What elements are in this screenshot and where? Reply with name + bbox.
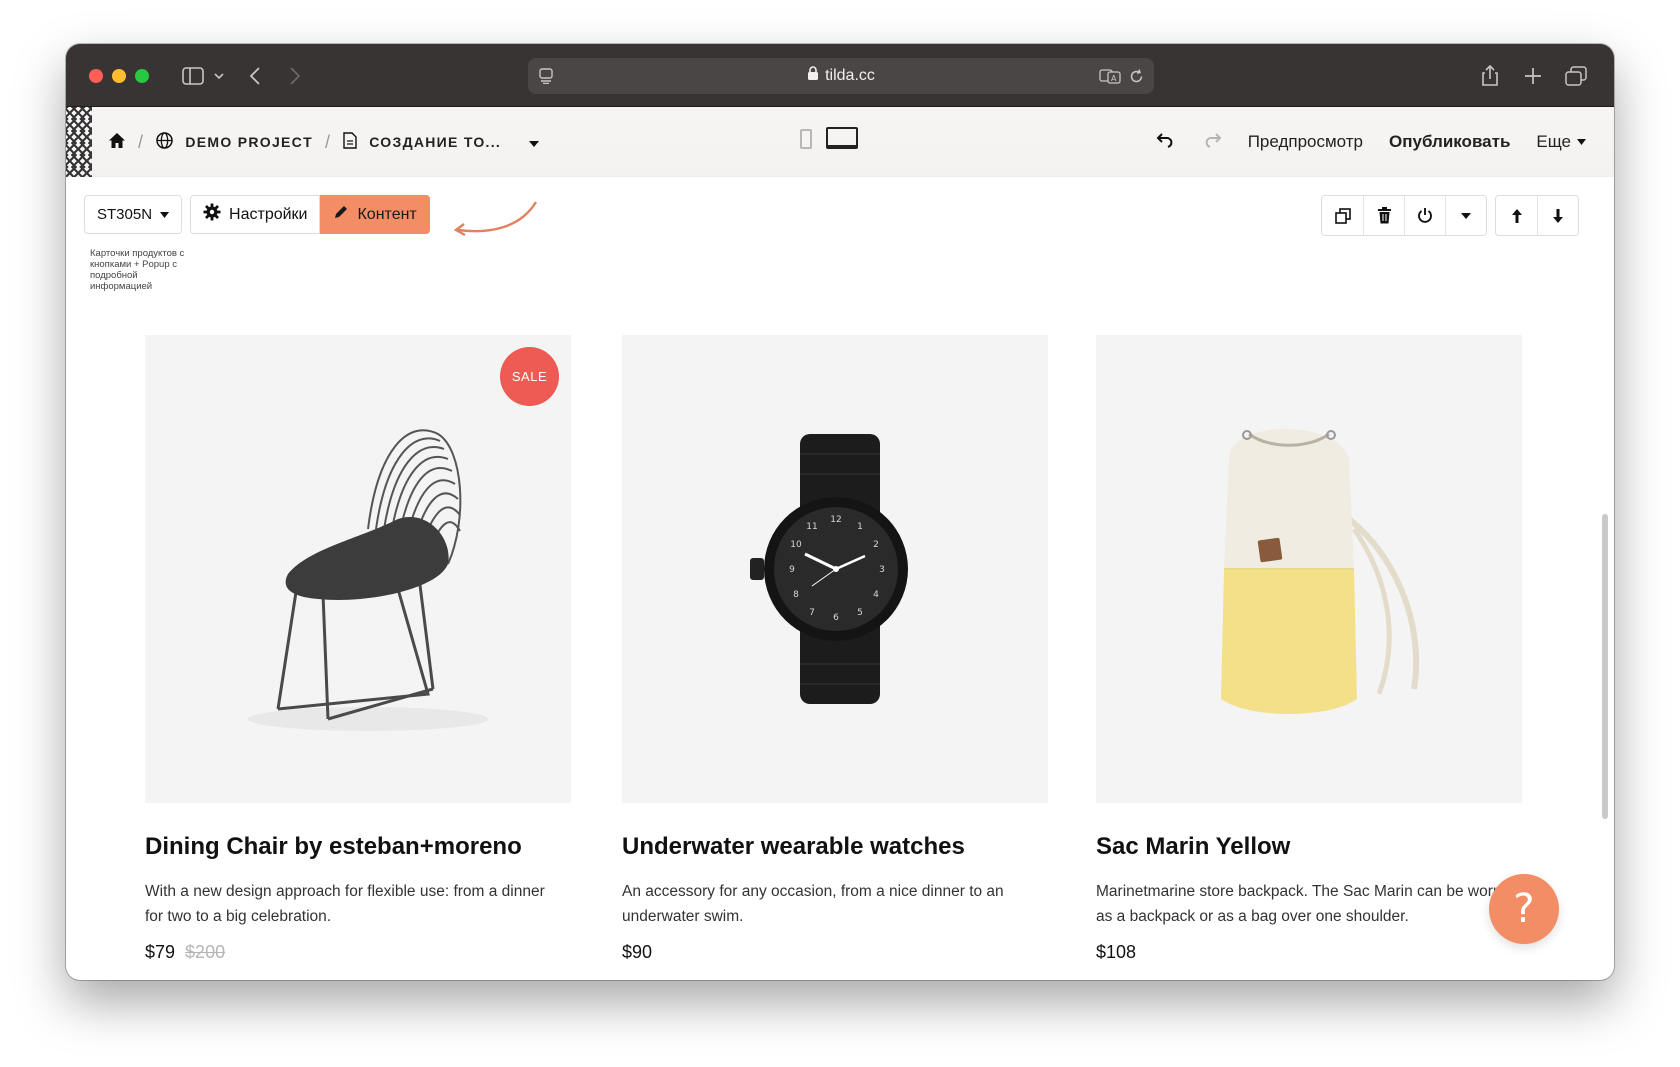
gear-icon bbox=[203, 203, 221, 226]
block-content-button[interactable]: Контент bbox=[320, 195, 430, 234]
product-price: $90 bbox=[622, 942, 653, 962]
trash-icon[interactable] bbox=[1363, 196, 1404, 235]
svg-text:5: 5 bbox=[857, 608, 863, 618]
mobile-view-icon[interactable] bbox=[800, 129, 812, 149]
block-settings-button[interactable]: Настройки bbox=[190, 195, 321, 234]
sale-badge: SALE bbox=[500, 347, 559, 406]
product-price: $108 bbox=[1096, 942, 1137, 962]
product-title[interactable]: Underwater wearable watches bbox=[622, 833, 1048, 861]
svg-text:6: 6 bbox=[833, 613, 839, 623]
block-action-group bbox=[1321, 195, 1487, 236]
chevron-down-icon bbox=[1577, 139, 1586, 145]
block-description: Карточки продуктов с кнопками + Popup с … bbox=[90, 248, 185, 292]
page-menu-icon[interactable] bbox=[536, 62, 556, 90]
publish-button[interactable]: Опубликовать bbox=[1389, 132, 1510, 152]
svg-text:1: 1 bbox=[857, 522, 863, 532]
lock-icon bbox=[807, 66, 819, 86]
product-card[interactable]: 12 3 6 9 12 45 7 8 10 11 Underwater wearable wa… bbox=[622, 335, 1048, 963]
page-dropdown-caret-icon[interactable] bbox=[529, 134, 540, 150]
product-price: $79 bbox=[145, 942, 176, 962]
browser-window: tilda.cc A / DEMO PROJECT / СОЗДАНИЕ ТО.… bbox=[66, 44, 1614, 980]
svg-text:A: A bbox=[1111, 74, 1117, 83]
breadcrumb-separator: / bbox=[324, 131, 332, 152]
move-up-arrow-icon[interactable] bbox=[1496, 196, 1537, 235]
editor-actions: Предпросмотр Опубликовать Еще bbox=[1156, 107, 1586, 177]
url-text: tilda.cc bbox=[825, 67, 875, 84]
block-settings-label: Настройки bbox=[229, 205, 308, 223]
editor-header: / DEMO PROJECT / СОЗДАНИЕ ТО... Предпрос… bbox=[66, 107, 1614, 177]
product-price-row: $79 $200 bbox=[145, 942, 571, 963]
hint-arrow-icon bbox=[453, 201, 538, 237]
product-price-row: $90 bbox=[622, 942, 1048, 963]
product-description: An accessory for any occasion, from a ni… bbox=[622, 883, 1004, 925]
svg-text:11: 11 bbox=[806, 522, 817, 532]
browser-toolbar: tilda.cc A bbox=[66, 44, 1614, 107]
watch-image: 12 3 6 9 12 45 78 10 11 bbox=[750, 434, 908, 704]
svg-text:9: 9 bbox=[789, 565, 795, 575]
product-description: Marinetmarine store backpack. The Sac Ma… bbox=[1096, 883, 1502, 925]
duplicate-block-icon[interactable] bbox=[1322, 196, 1363, 235]
svg-text:4: 4 bbox=[873, 590, 879, 600]
address-bar[interactable]: tilda.cc A bbox=[528, 58, 1154, 94]
svg-text:10: 10 bbox=[790, 540, 802, 550]
close-window-button[interactable] bbox=[89, 69, 103, 83]
chevron-down-icon[interactable] bbox=[212, 62, 226, 90]
sidebar-toggle-icon[interactable] bbox=[180, 62, 206, 90]
zoom-window-button[interactable] bbox=[135, 69, 149, 83]
new-tab-icon[interactable] bbox=[1522, 62, 1544, 90]
forward-arrow-icon[interactable] bbox=[284, 62, 306, 90]
product-card[interactable]: SALE Dining Chair by esteban+moreno With… bbox=[145, 335, 571, 963]
scrollbar[interactable] bbox=[1602, 514, 1608, 819]
more-menu[interactable]: Еще bbox=[1536, 132, 1586, 152]
product-image-watch[interactable]: 12 3 6 9 12 45 7 8 10 11 bbox=[622, 335, 1048, 803]
share-icon[interactable] bbox=[1479, 62, 1501, 90]
backpack-image bbox=[1221, 429, 1420, 714]
home-icon[interactable] bbox=[108, 132, 126, 152]
help-button[interactable]: ? bbox=[1489, 874, 1559, 944]
desktop-view-icon[interactable] bbox=[826, 127, 858, 149]
product-title[interactable]: Dining Chair by esteban+moreno bbox=[145, 833, 571, 861]
svg-text:3: 3 bbox=[879, 565, 885, 575]
svg-text:12: 12 bbox=[830, 515, 841, 525]
product-title[interactable]: Sac Marin Yellow bbox=[1096, 833, 1522, 861]
move-down-arrow-icon[interactable] bbox=[1537, 196, 1578, 235]
device-switch bbox=[800, 127, 858, 149]
breadcrumb-page[interactable]: СОЗДАНИЕ ТО... bbox=[369, 134, 501, 150]
back-arrow-icon[interactable] bbox=[244, 62, 266, 90]
power-icon[interactable] bbox=[1404, 196, 1445, 235]
block-id-label: ST305N bbox=[97, 206, 153, 223]
product-image-chair[interactable]: SALE bbox=[145, 335, 571, 803]
block-content-label: Контент bbox=[357, 205, 417, 223]
chevron-down-icon[interactable] bbox=[1445, 196, 1486, 235]
tilda-logo-pattern bbox=[66, 107, 92, 177]
svg-text:2: 2 bbox=[873, 540, 879, 550]
minimize-window-button[interactable] bbox=[112, 69, 126, 83]
product-description: With a new design approach for flexible … bbox=[145, 883, 545, 925]
globe-icon bbox=[156, 132, 174, 152]
reload-icon[interactable] bbox=[1126, 62, 1146, 90]
product-old-price: $200 bbox=[185, 942, 226, 962]
breadcrumb: / DEMO PROJECT / СОЗДАНИЕ ТО... bbox=[108, 107, 540, 177]
undo-icon[interactable] bbox=[1156, 132, 1176, 153]
translate-icon[interactable]: A bbox=[1098, 62, 1122, 90]
block-actions bbox=[1313, 195, 1579, 236]
block-toolbar: ST305N Настройки Контент bbox=[84, 195, 430, 234]
block-id-dropdown[interactable]: ST305N bbox=[84, 195, 183, 234]
chevron-down-icon bbox=[160, 211, 170, 218]
svg-text:7: 7 bbox=[809, 608, 815, 618]
product-image-backpack[interactable] bbox=[1096, 335, 1522, 803]
product-price-row: $108 bbox=[1096, 942, 1522, 963]
preview-link[interactable]: Предпросмотр bbox=[1248, 132, 1363, 152]
breadcrumb-project[interactable]: DEMO PROJECT bbox=[185, 134, 313, 150]
redo-icon[interactable] bbox=[1202, 132, 1222, 153]
pencil-icon bbox=[333, 204, 349, 225]
tab-overview-icon[interactable] bbox=[1564, 62, 1588, 90]
more-menu-label: Еще bbox=[1536, 132, 1571, 151]
document-icon bbox=[343, 132, 357, 152]
product-card[interactable]: Sac Marin Yellow Marinetmarine store bac… bbox=[1096, 335, 1522, 963]
breadcrumb-separator: / bbox=[138, 131, 145, 152]
block-move-group bbox=[1495, 195, 1579, 236]
chair-image bbox=[248, 429, 488, 731]
svg-text:8: 8 bbox=[793, 590, 799, 600]
